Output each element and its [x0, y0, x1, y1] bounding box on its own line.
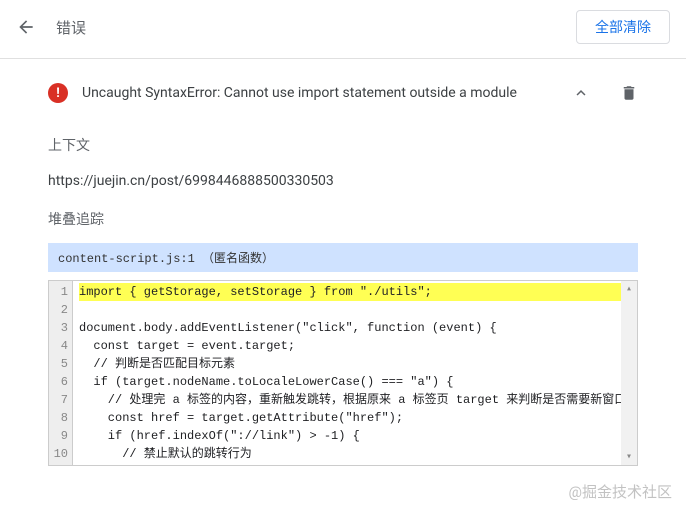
error-icon: !	[48, 83, 68, 103]
code-line	[79, 301, 621, 319]
header-bar: 错误 全部清除	[0, 0, 686, 59]
code-line: // 判断是否匹配目标元素	[79, 355, 621, 373]
error-message: Uncaught SyntaxError: Cannot use import …	[82, 85, 572, 101]
code-line: const target = event.target;	[79, 337, 621, 355]
scroll-up-icon[interactable]: ▴	[621, 281, 637, 297]
code-line: const href = target.getAttribute("href")…	[79, 409, 621, 427]
back-arrow-icon[interactable]	[16, 17, 36, 37]
watermark: @掘金技术社区	[569, 481, 672, 502]
context-url: https://juejin.cn/post/69984468885003305…	[48, 173, 638, 189]
stack-trace-label: 堆叠追踪	[48, 209, 638, 229]
chevron-up-icon[interactable]	[572, 84, 590, 102]
stack-source-header[interactable]: content-script.js:1 （匿名函数）	[48, 243, 638, 272]
clear-all-button[interactable]: 全部清除	[576, 10, 670, 44]
code-line: // 禁止默认的跳转行为	[79, 445, 621, 463]
context-label: 上下文	[48, 135, 638, 155]
trash-icon[interactable]	[620, 84, 638, 102]
code-viewer: 12345678910 import { getStorage, setStor…	[48, 280, 638, 466]
scroll-down-icon[interactable]: ▾	[621, 449, 637, 465]
content-area: ! Uncaught SyntaxError: Cannot use impor…	[0, 59, 686, 466]
page-title: 错误	[56, 17, 576, 38]
scrollbar[interactable]: ▴ ▾	[621, 281, 637, 465]
code-line: document.body.addEventListener("click", …	[79, 319, 621, 337]
code-line: import { getStorage, setStorage } from "…	[79, 283, 621, 301]
code-lines: import { getStorage, setStorage } from "…	[73, 281, 621, 465]
code-line: // 处理完 a 标签的内容，重新触发跳转，根据原来 a 标签页 target …	[79, 391, 621, 409]
code-line: if (href.indexOf("://link") > -1) {	[79, 427, 621, 445]
error-row: ! Uncaught SyntaxError: Cannot use impor…	[48, 59, 638, 123]
line-gutter: 12345678910	[49, 281, 73, 465]
code-line: if (target.nodeName.toLocaleLowerCase() …	[79, 373, 621, 391]
